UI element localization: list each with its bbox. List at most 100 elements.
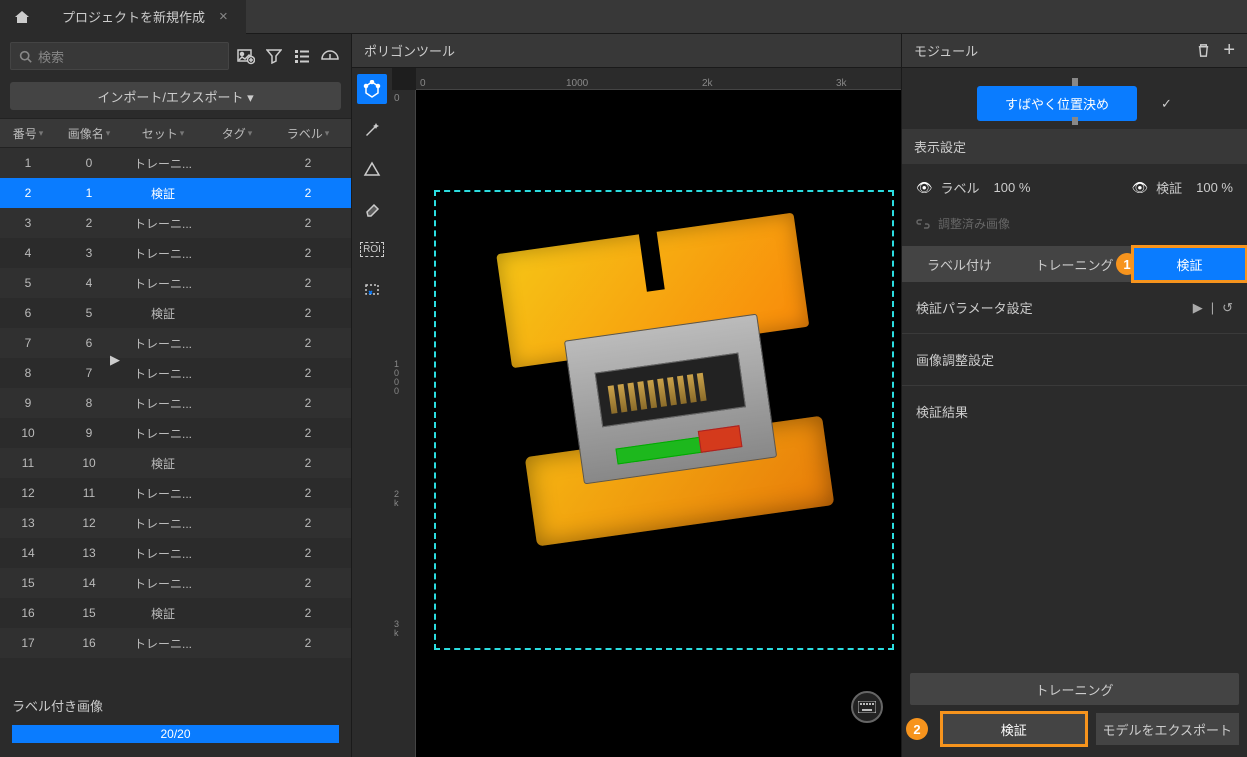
canvas-area[interactable]: 0 1000 2k 3k 0 1000 2k 3k	[392, 68, 901, 757]
cell-lbl: 2	[270, 636, 346, 650]
col-set[interactable]: セット▾	[122, 119, 204, 147]
cell-set: 検証	[122, 185, 204, 202]
progress-bar: 20/20	[12, 725, 339, 743]
roi-box[interactable]	[434, 190, 894, 650]
cell-set: トレーニ...	[122, 485, 204, 502]
cell-num: 1	[0, 156, 56, 170]
verify-visibility[interactable]: 👁 検証 100 %	[1132, 178, 1233, 197]
view-icon[interactable]	[319, 45, 341, 67]
table-body[interactable]: 10トレーニ...221検証232トレーニ...243トレーニ...254トレー…	[0, 148, 351, 686]
crop-tool[interactable]	[357, 274, 387, 304]
adjusted-image-toggle[interactable]: 調整済み画像	[902, 211, 1247, 246]
list-icon[interactable]	[291, 45, 313, 67]
cell-img: 6	[56, 336, 122, 350]
check-icon[interactable]: ✓	[1161, 96, 1172, 112]
polygon-tool[interactable]	[357, 74, 387, 104]
cell-lbl: 2	[270, 156, 346, 170]
cell-num: 11	[0, 456, 56, 470]
cell-lbl: 2	[270, 336, 346, 350]
tool-header: ポリゴンツール	[352, 34, 901, 68]
keyboard-icon[interactable]	[851, 691, 883, 723]
table-row[interactable]: 109トレーニ...2	[0, 418, 351, 448]
home-button[interactable]	[0, 0, 44, 34]
cell-num: 8	[0, 366, 56, 380]
table-row[interactable]: 1514トレーニ...2	[0, 568, 351, 598]
cell-lbl: 2	[270, 456, 346, 470]
verify-result-row: 検証結果	[902, 386, 1247, 437]
filter-icon[interactable]	[263, 45, 285, 67]
col-number[interactable]: 番号▾	[0, 119, 56, 147]
wand-tool[interactable]	[357, 114, 387, 144]
tab-training[interactable]: トレーニング 1	[1017, 246, 1132, 282]
left-panel: 検索 インポート/エクスポート ▾ 番号▾ 画像名▾ セット▾ タグ▾ ラベル▾…	[0, 34, 352, 757]
quick-position-button[interactable]: すばやく位置決め	[977, 86, 1137, 121]
cell-img: 0	[56, 156, 122, 170]
table-row[interactable]: 43トレーニ...2	[0, 238, 351, 268]
table-row[interactable]: 21検証2	[0, 178, 351, 208]
cell-img: 7	[56, 366, 122, 380]
table-row[interactable]: 1615検証2	[0, 598, 351, 628]
roi-tool[interactable]: ROI	[357, 234, 387, 264]
table-row[interactable]: 98トレーニ...2	[0, 388, 351, 418]
tab-title: プロジェクトを新規作成	[62, 7, 205, 26]
export-model-button[interactable]: モデルをエクスポート	[1096, 713, 1240, 745]
table-row[interactable]: 1312トレーニ...2	[0, 508, 351, 538]
cell-lbl: 2	[270, 306, 346, 320]
cell-img: 9	[56, 426, 122, 440]
cell-img: 13	[56, 546, 122, 560]
ruler-horizontal: 0 1000 2k 3k	[416, 68, 901, 90]
trash-icon[interactable]	[1196, 43, 1211, 58]
search-placeholder: 検索	[38, 47, 64, 66]
col-image[interactable]: 画像名▾	[56, 119, 122, 147]
cell-set: トレーニ...	[122, 395, 204, 412]
search-input[interactable]: 検索	[10, 42, 229, 70]
module-title: モジュール	[914, 41, 978, 60]
display-settings-header: 表示設定	[902, 129, 1247, 164]
center-panel: ポリゴンツール ROI 0 1000 2k 3k	[352, 34, 901, 757]
table-row[interactable]: 1413トレーニ...2	[0, 538, 351, 568]
cell-set: トレーニ...	[122, 275, 204, 292]
close-icon[interactable]: ×	[219, 8, 228, 25]
cell-set: 検証	[122, 305, 204, 322]
verify-params-row[interactable]: 検証パラメータ設定 ▶|↺	[902, 282, 1247, 334]
tab-verify[interactable]: 検証	[1132, 246, 1247, 282]
import-export-button[interactable]: インポート/エクスポート ▾	[10, 82, 341, 110]
eraser-tool[interactable]	[357, 194, 387, 224]
table-row[interactable]: 65検証2	[0, 298, 351, 328]
cell-set: トレーニ...	[122, 365, 204, 382]
cell-set: トレーニ...	[122, 575, 204, 592]
history-icon[interactable]: ↺	[1222, 300, 1233, 316]
col-label[interactable]: ラベル▾	[270, 119, 346, 147]
project-tab[interactable]: プロジェクトを新規作成 ×	[44, 0, 246, 34]
cell-img: 8	[56, 396, 122, 410]
training-button[interactable]: トレーニング	[910, 673, 1239, 705]
table-header: 番号▾ 画像名▾ セット▾ タグ▾ ラベル▾	[0, 118, 351, 148]
table-row[interactable]: 1716トレーニ...2	[0, 628, 351, 658]
label-visibility[interactable]: 👁 ラベル 100 %	[916, 178, 1030, 197]
cell-img: 5	[56, 306, 122, 320]
shape-tool[interactable]	[357, 154, 387, 184]
cell-set: 検証	[122, 605, 204, 622]
table-row[interactable]: 76トレーニ...2	[0, 328, 351, 358]
image-canvas[interactable]	[416, 90, 901, 757]
table-row[interactable]: 54トレーニ...2	[0, 268, 351, 298]
labeled-images-title: ラベル付き画像	[12, 696, 339, 715]
col-tag[interactable]: タグ▾	[204, 119, 270, 147]
right-panel: モジュール + すばやく位置決め ✓ 表示設定 👁 ラベル 100 % 👁 検証…	[901, 34, 1247, 757]
verify-button[interactable]: 検証	[942, 713, 1086, 745]
table-row[interactable]: 32トレーニ...2	[0, 208, 351, 238]
table-row[interactable]: 10トレーニ... 2	[0, 148, 351, 178]
table-row[interactable]: 1110検証2	[0, 448, 351, 478]
table-row[interactable]: 1211トレーニ...2	[0, 478, 351, 508]
image-adjust-row[interactable]: 画像調整設定 ▶	[902, 334, 1247, 386]
slider-handle-top[interactable]	[1072, 78, 1078, 86]
image-settings-icon[interactable]	[235, 45, 257, 67]
table-row[interactable]: 87トレーニ...2	[0, 358, 351, 388]
vertical-toolbar: ROI	[352, 68, 392, 757]
slider-handle-bottom[interactable]	[1072, 117, 1078, 125]
cell-set: トレーニ...	[122, 155, 204, 172]
cell-img: 11	[56, 486, 122, 500]
tab-labeling[interactable]: ラベル付け	[902, 246, 1017, 282]
add-icon[interactable]: +	[1223, 43, 1235, 58]
cell-img: 15	[56, 606, 122, 620]
